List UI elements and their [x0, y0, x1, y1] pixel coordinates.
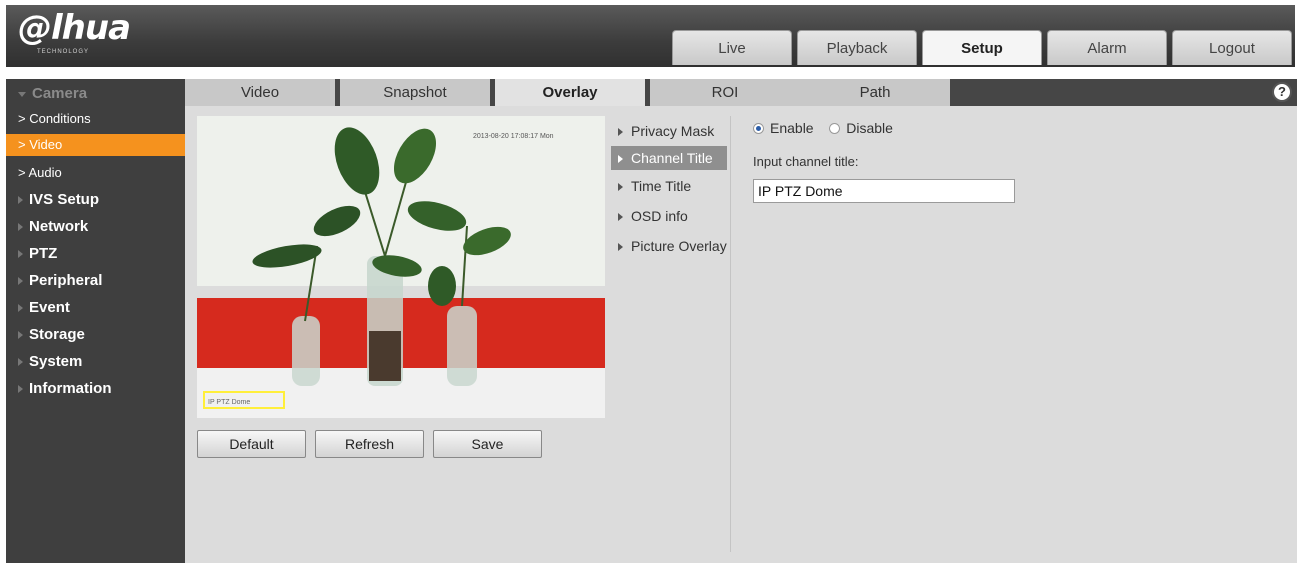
sidebar-item-system[interactable]: System	[6, 349, 185, 375]
video-preview[interactable]: 2013-08-20 17:08:17 Mon IP PTZ Dome	[197, 116, 605, 418]
channel-title-overlay: IP PTZ Dome	[208, 399, 250, 406]
triangle-right-icon	[618, 155, 623, 164]
tab-live[interactable]: Live	[672, 30, 792, 65]
sidebar-item-label: IVS Setup	[29, 191, 100, 208]
logo-subtitle: TECHNOLOGY	[37, 49, 90, 55]
sidebar-item-label: System	[29, 353, 83, 370]
menu-item-label: Privacy Mask	[631, 123, 715, 139]
overlay-menu: Privacy Mask Channel Title Time Title OS…	[611, 116, 731, 552]
triangle-right-icon	[18, 250, 23, 259]
sidebar-item-storage[interactable]: Storage	[6, 322, 185, 348]
triangle-right-icon	[18, 331, 23, 340]
svg-text:@lhua: @lhua	[18, 9, 130, 45]
sidebar-item-label: Event	[29, 299, 70, 316]
menu-item-picture-overlay[interactable]: Picture Overlay	[611, 234, 727, 258]
tab-video[interactable]: Video	[185, 79, 335, 106]
triangle-right-icon	[18, 385, 23, 394]
triangle-right-icon	[18, 196, 23, 205]
channel-title-input[interactable]	[753, 179, 1015, 203]
sidebar-item-ptz[interactable]: PTZ	[6, 241, 185, 267]
sidebar-item-label: PTZ	[29, 245, 58, 262]
tab-path[interactable]: Path	[800, 79, 950, 106]
tab-snapshot[interactable]: Snapshot	[340, 79, 490, 106]
sidebar-item-label: Storage	[29, 326, 85, 343]
refresh-button[interactable]: Refresh	[315, 430, 424, 458]
menu-item-label: OSD info	[631, 208, 688, 224]
sidebar-item-camera[interactable]: Camera	[6, 81, 185, 107]
sidebar-item-event[interactable]: Event	[6, 295, 185, 321]
enable-radio[interactable]	[753, 123, 764, 134]
triangle-down-icon	[18, 91, 26, 97]
menu-item-label: Time Title	[631, 178, 692, 194]
enable-label: Enable	[770, 120, 814, 136]
channel-title-form: Enable Disable	[753, 120, 893, 136]
sidebar-item-label: Peripheral	[29, 272, 103, 289]
sidebar-item-network[interactable]: Network	[6, 214, 185, 240]
menu-item-channel-title[interactable]: Channel Title	[611, 146, 727, 170]
sidebar-item-video[interactable]: > Video	[6, 134, 185, 156]
menu-item-label: Picture Overlay	[631, 238, 727, 254]
setup-tabs: Video Snapshot Overlay ROI Path ?	[185, 79, 1297, 106]
tab-roi[interactable]: ROI	[650, 79, 800, 106]
save-button[interactable]: Save	[433, 430, 542, 458]
sidebar-item-label: Information	[29, 380, 112, 397]
camera-image: 2013-08-20 17:08:17 Mon IP PTZ Dome	[197, 116, 605, 418]
header-bar: @lhua TECHNOLOGY Live Playback Setup Ala…	[6, 5, 1295, 67]
triangle-right-icon	[18, 223, 23, 232]
input-channel-title-label: Input channel title:	[753, 154, 859, 169]
menu-item-time-title[interactable]: Time Title	[611, 174, 727, 198]
sidebar-item-label: Camera	[32, 85, 88, 102]
triangle-right-icon	[18, 277, 23, 286]
tab-setup[interactable]: Setup	[922, 30, 1042, 65]
sidebar-item-audio[interactable]: > Audio	[6, 162, 185, 184]
sidebar-item-peripheral[interactable]: Peripheral	[6, 268, 185, 294]
triangle-right-icon	[18, 358, 23, 367]
tab-overlay[interactable]: Overlay	[495, 79, 645, 106]
tab-logout[interactable]: Logout	[1172, 30, 1292, 65]
disable-radio[interactable]	[829, 123, 841, 134]
menu-item-label: Channel Title	[631, 150, 713, 166]
default-button[interactable]: Default	[197, 430, 306, 458]
dahua-logo: @lhua	[18, 8, 142, 52]
sidebar: Camera > Conditions > Video > Audio IVS …	[6, 79, 185, 563]
logo-icon: @lhua	[18, 8, 131, 48]
triangle-right-icon	[618, 243, 623, 252]
sidebar-item-ivs-setup[interactable]: IVS Setup	[6, 187, 185, 213]
menu-item-osd-info[interactable]: OSD info	[611, 204, 727, 228]
sidebar-item-label: Network	[29, 218, 89, 235]
menu-item-privacy-mask[interactable]: Privacy Mask	[611, 119, 727, 143]
content-panel: 2013-08-20 17:08:17 Mon IP PTZ Dome Defa…	[185, 106, 1297, 563]
triangle-right-icon	[618, 128, 623, 137]
tab-alarm[interactable]: Alarm	[1047, 30, 1167, 65]
triangle-right-icon	[618, 213, 623, 222]
triangle-right-icon	[18, 304, 23, 313]
triangle-right-icon	[618, 183, 623, 192]
sidebar-item-conditions[interactable]: > Conditions	[6, 108, 185, 130]
sidebar-item-information[interactable]: Information	[6, 376, 185, 402]
timestamp-overlay: 2013-08-20 17:08:17 Mon	[473, 133, 554, 140]
help-icon[interactable]: ?	[1272, 82, 1292, 102]
tab-playback[interactable]: Playback	[797, 30, 917, 65]
disable-label: Disable	[846, 120, 893, 136]
